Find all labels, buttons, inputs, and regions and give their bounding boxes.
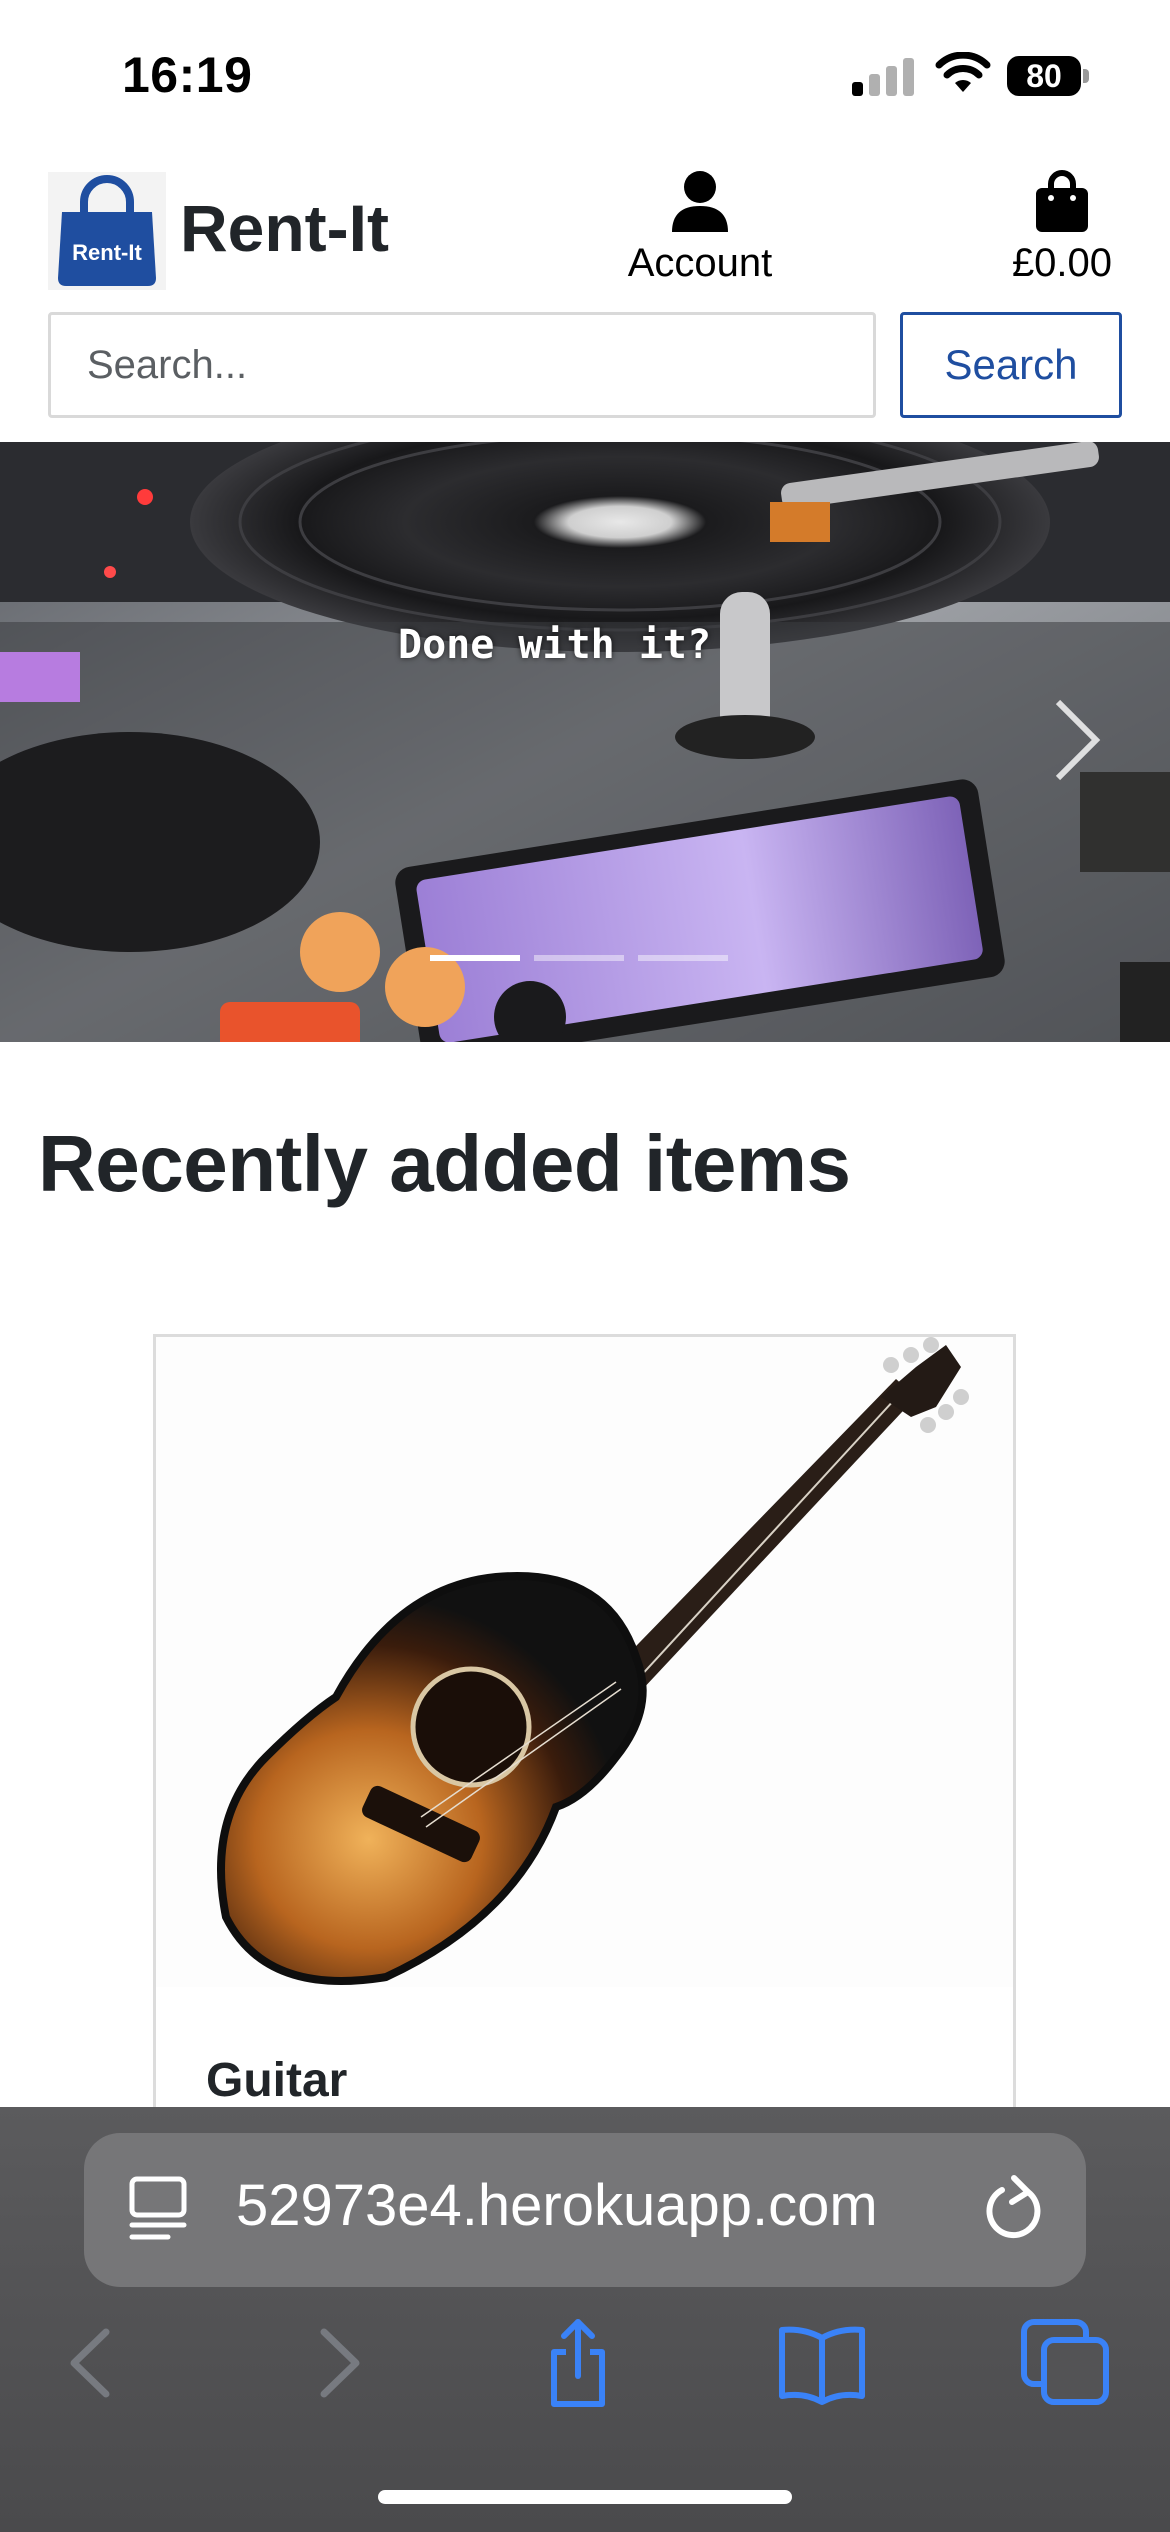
shopping-bag-icon: [1036, 170, 1088, 232]
account-label: Account: [627, 241, 773, 285]
account-link[interactable]: Account: [612, 170, 788, 286]
carousel-indicator[interactable]: [534, 955, 624, 961]
reader-icon[interactable]: [128, 2175, 188, 2243]
brand-name[interactable]: Rent-It: [180, 190, 389, 266]
carousel-image-turntable: [0, 442, 1170, 1042]
bookmarks-icon[interactable]: [774, 2318, 870, 2408]
back-icon[interactable]: [44, 2318, 140, 2408]
cart-total: £0.00: [1011, 241, 1113, 285]
search-button[interactable]: Search: [900, 312, 1122, 418]
carousel-indicator[interactable]: [430, 955, 520, 961]
tabs-icon[interactable]: [1018, 2318, 1114, 2408]
logo-text: Rent-It: [72, 240, 142, 265]
signal-icon: [852, 56, 914, 96]
cart-link[interactable]: £0.00: [992, 170, 1132, 286]
guitar-image: [156, 1337, 1013, 1987]
carousel-indicators: [430, 955, 728, 965]
home-indicator[interactable]: [378, 2490, 792, 2504]
status-time: 16:19: [122, 47, 253, 103]
section-title: Recently added items: [38, 1119, 851, 1208]
carousel-caption: Done with it?: [398, 622, 712, 668]
carousel-indicator[interactable]: [638, 955, 728, 961]
item-card[interactable]: Guitar: [153, 1334, 1016, 2234]
search-input[interactable]: [48, 312, 876, 418]
reload-icon[interactable]: [982, 2172, 1046, 2244]
status-bar: 16:19 80: [0, 0, 1170, 150]
item-title[interactable]: Guitar: [206, 2053, 347, 2108]
share-icon[interactable]: [530, 2318, 626, 2408]
url-text[interactable]: 52973e4.herokuapp.com: [236, 2172, 956, 2239]
user-icon: [672, 171, 728, 232]
battery-icon: 80: [1007, 56, 1089, 96]
rent-it-logo: Rent-It: [48, 172, 166, 290]
battery-level: 80: [1026, 58, 1062, 94]
wifi-icon: [935, 52, 991, 92]
hero-carousel[interactable]: [0, 442, 1170, 1042]
forward-icon[interactable]: [290, 2318, 386, 2408]
carousel-next-chevron-right-icon[interactable]: [1040, 690, 1110, 790]
